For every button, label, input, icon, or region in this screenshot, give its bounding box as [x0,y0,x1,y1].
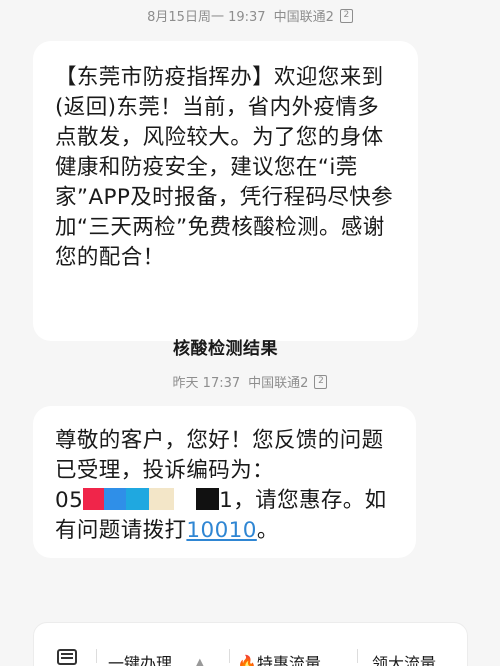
timestamp-text: 8月15日周一 19:37 [147,10,266,25]
carrier-text: 中国联通2 [273,10,334,25]
redaction-block [83,488,105,510]
menu-item-one-click[interactable]: 一键办理 ▲ [108,650,204,666]
complaint-code-prefix: 05 [55,488,84,513]
sim-card-icon: 2 [339,8,353,23]
message-text: 尊敬的客户，您好！您反馈的问题已受理，投诉编码为： 05 1，请您惠存。如有问题请拨… [55,426,396,546]
message-bubble[interactable]: 【东莞市防疫指挥办】欢迎您来到(返回)东莞！当前，省内外疫情多点散发，风险较大。… [33,41,418,359]
sms-conversation: 8月15日周一 19:37 中国联通2 2 【东莞市防疫指挥办】欢迎您来到(返回… [0,0,500,666]
timestamp-text: 昨天 17:37 [172,376,241,391]
sim-card-icon: 2 [314,374,328,389]
menu-item-special-data[interactable]: 🔥特惠流量 [237,650,321,666]
phone-number-link[interactable]: 10010 [186,518,256,543]
keyboard-icon[interactable] [57,649,77,665]
menu-item-big-data[interactable]: 领大流量 [372,650,436,666]
message-bubble[interactable]: 尊敬的客户，您好！您反馈的问题已受理，投诉编码为： 05 1，请您惠存。如有问题请拨… [33,406,416,558]
service-menu-bar: 一键办理 ▲ 🔥特惠流量 领大流量 [33,622,468,666]
message-timestamp: 昨天 17:37 中国联通2 2 [0,372,500,391]
menu-divider [229,649,230,663]
message-text-part: 。 [256,518,279,543]
message-text-part: 尊敬的客户，您好！您反馈的问题已受理，投诉编码为： [55,428,384,483]
nucleic-test-result-button[interactable]: 核酸检测结果 [33,334,418,359]
triangle-up-icon: ▲ [196,656,204,666]
menu-item-label: 🔥特惠流量 [237,654,321,666]
redaction-block [149,488,175,510]
message-text: 【东莞市防疫指挥办】欢迎您来到(返回)东莞！当前，省内外疫情多点散发，风险较大。… [55,65,394,270]
redaction-block [104,488,127,510]
redaction-block [174,488,197,510]
complaint-code-suffix: 1 [219,488,234,513]
message-timestamp: 8月15日周一 19:37 中国联通2 2 [0,6,500,25]
menu-item-label: 领大流量 [372,654,437,666]
menu-divider [96,649,97,663]
menu-divider [357,649,358,663]
redaction-block [196,488,220,510]
redaction-block [126,488,150,510]
menu-item-label: 一键办理 [108,654,173,666]
carrier-text: 中国联通2 [248,376,309,391]
